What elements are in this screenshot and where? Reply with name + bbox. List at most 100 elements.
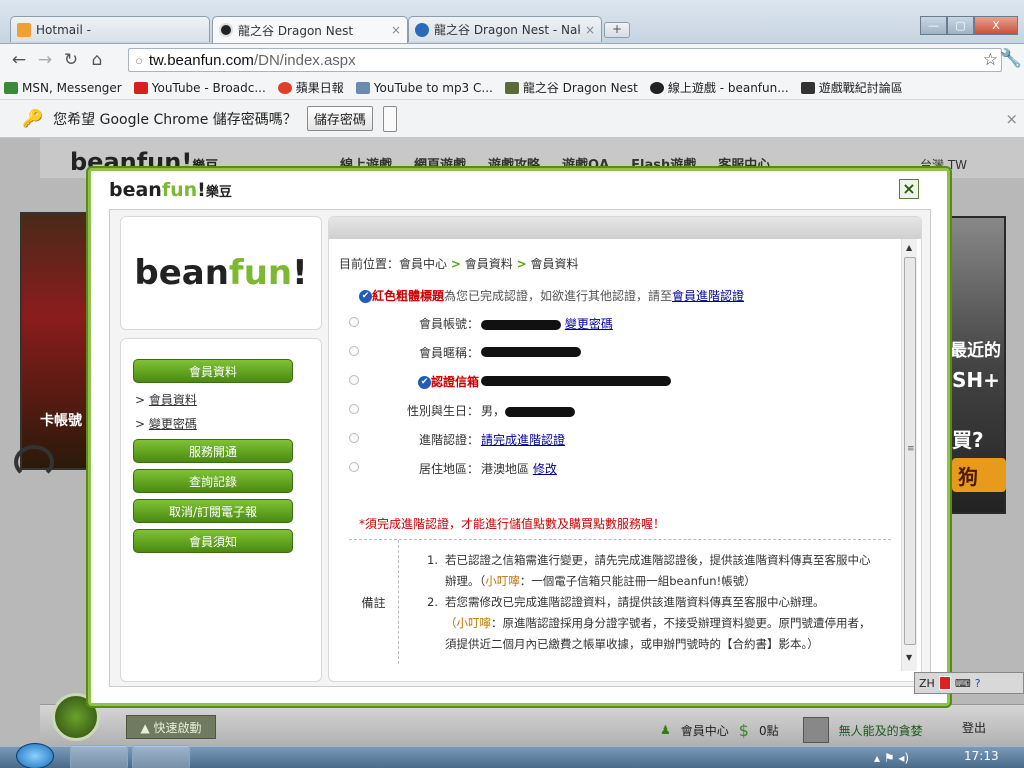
tab-dragon-nest[interactable]: 龍之谷 Dragon Nest ×: [212, 16, 408, 43]
chrome-taskbar-icon[interactable]: [70, 745, 128, 768]
verification-legend: ✔ 紅色粗體標題為您已完成認證，如欲進行其他認證，請至會員進階認證: [359, 287, 744, 304]
ime-icon[interactable]: [938, 676, 951, 690]
submenu-member-data[interactable]: > 會員資料: [135, 391, 197, 408]
mp3-icon: [355, 81, 370, 94]
scroll-up-icon[interactable]: ▲: [906, 243, 912, 252]
verified-check-icon: ✔: [417, 376, 431, 389]
tab-hotmail[interactable]: Hotmail -: [10, 16, 210, 42]
avatar[interactable]: [802, 717, 829, 743]
verified-check-icon: ✔: [359, 290, 372, 303]
tab-dragon-nest-nak[interactable]: 龍之谷 Dragon Nest - Nak ×: [408, 16, 602, 42]
logout-link[interactable]: 登出: [962, 719, 986, 736]
complete-verification-link[interactable]: 請完成進階認證: [481, 433, 565, 447]
note-item: 2. 若您需修改已完成進階認證資料，請提供該進階資料傳真至客服中心辦理。: [427, 595, 825, 609]
tab-title: Hotmail -: [36, 22, 91, 37]
menu-service-button[interactable]: 服務開通: [133, 439, 293, 463]
forward-icon[interactable]: →: [32, 50, 58, 70]
modal-close-button[interactable]: ×: [899, 179, 919, 199]
wrench-icon[interactable]: 🔧: [1000, 48, 1022, 69]
minimize-button[interactable]: —: [920, 16, 947, 35]
bookmark-forum[interactable]: 遊戲戰紀討論區: [800, 79, 903, 96]
quick-start-button[interactable]: ▲ 快速啟動: [126, 715, 216, 739]
edit-region-link[interactable]: 修改: [533, 462, 557, 476]
modal-body: bean fun! 會員資料 > 會員資料 > 變更密碼 服務開通 查詢記錄 取消…: [109, 209, 931, 687]
bookmark-dragon-nest[interactable]: 龍之谷 Dragon Nest: [504, 79, 638, 96]
points-icon: $: [738, 720, 749, 740]
infobar-close-icon[interactable]: ×: [1005, 110, 1018, 128]
menu-member-data-button[interactable]: 會員資料: [133, 359, 293, 383]
help-icon[interactable]: ?: [975, 677, 981, 690]
user-nickname[interactable]: 無人能及的貪婪: [839, 722, 923, 739]
bullet-icon: [349, 317, 359, 327]
ime-lang[interactable]: ZH: [919, 677, 935, 690]
beanfun-icon: [219, 23, 233, 37]
bookmark-youtube[interactable]: YouTube - Broadc...: [133, 81, 266, 95]
redacted-email: [481, 375, 671, 386]
save-password-infobar: 🔑 您希望 Google Chrome 儲存密碼嗎？ 儲存密碼 ×: [0, 100, 1024, 138]
ime-language-bar[interactable]: ZH ⌨ ?: [914, 672, 1024, 694]
menu-records-button[interactable]: 查詢記錄: [133, 469, 293, 493]
ie-taskbar-icon[interactable]: [132, 745, 190, 768]
beanfun-logo: bean fun!: [120, 216, 322, 330]
submenu-change-password[interactable]: > 變更密碼: [135, 415, 197, 432]
menu-newsletter-button[interactable]: 取消/訂閱電子報: [133, 499, 293, 523]
notes-header: 備註: [349, 540, 399, 664]
modal-logo: beanfun!樂豆: [109, 179, 232, 201]
url-host: tw.beanfun.com: [148, 51, 254, 69]
banner-arrow-icon[interactable]: [14, 445, 54, 479]
scroll-down-icon[interactable]: ▼: [906, 653, 912, 662]
change-password-link[interactable]: 變更密碼: [565, 317, 613, 331]
note-item: 1. 若已認證之信箱需進行變更，請先完成進階認證後，提供該進階資料傳真至客服中心: [427, 553, 871, 567]
breadcrumb-member-data[interactable]: 會員資料: [465, 257, 513, 271]
member-menu: 會員資料 > 會員資料 > 變更密碼 服務開通 查詢記錄 取消/訂閱電子報 會員…: [120, 338, 322, 682]
bookmark-apple-daily[interactable]: 蘋果日報: [277, 79, 344, 96]
bookmark-beanfun[interactable]: 線上遊戲 - beanfun...: [649, 79, 789, 96]
menu-notice-button[interactable]: 會員須知: [133, 529, 293, 553]
bullet-icon: [349, 404, 359, 414]
modal-sidebar: bean fun! 會員資料 > 會員資料 > 變更密碼 服務開通 查詢記錄 取消…: [120, 216, 330, 682]
advanced-verification-link[interactable]: 會員進階認證: [672, 289, 744, 303]
beanfun-icon: [649, 81, 664, 94]
footer-account-info: ♟ 會員中心 $ 0點 無人能及的貪婪: [660, 717, 923, 743]
never-save-button[interactable]: [382, 105, 397, 132]
member-data-modal: beanfun!樂豆 × bean fun! 會員資料 > 會員資料 > 變更密碼…: [88, 168, 950, 706]
keyboard-icon[interactable]: ⌨: [955, 677, 971, 690]
notes-list: 1. 若已認證之信箱需進行變更，請先完成進階認證後，提供該進階資料傳真至客服中心 …: [427, 550, 897, 655]
panel-header-bar: [329, 217, 921, 239]
bookmark-youtube-mp3[interactable]: YouTube to mp3 C...: [355, 81, 493, 95]
start-button-icon[interactable]: [16, 743, 54, 768]
reload-icon[interactable]: ↻: [58, 50, 84, 70]
bullet-icon: [349, 433, 359, 443]
bookmark-star-icon[interactable]: ☆: [983, 50, 998, 70]
taskbar-clock[interactable]: 17:13: [964, 749, 999, 763]
left-game-banner[interactable]: 卡帳號: [20, 212, 95, 470]
close-tab-icon[interactable]: ×: [391, 23, 401, 37]
maximize-button[interactable]: ▢: [947, 16, 974, 35]
save-password-button[interactable]: 儲存密碼: [306, 106, 373, 131]
bullet-icon: [349, 346, 359, 356]
page-icon: ○: [135, 52, 143, 68]
breadcrumb-member-center[interactable]: 會員中心: [399, 257, 447, 271]
dragon-icon: [504, 81, 519, 94]
member-center-link[interactable]: 會員中心: [681, 722, 729, 739]
close-tab-icon[interactable]: ×: [585, 23, 595, 37]
key-icon: 🔑: [22, 108, 44, 129]
back-icon[interactable]: ←: [6, 50, 32, 70]
scroll-thumb[interactable]: ≡: [904, 257, 916, 645]
bookmark-msn[interactable]: MSN, Messenger: [4, 81, 122, 95]
close-window-button[interactable]: X: [974, 16, 1018, 35]
breadcrumb: 目前位置：會員中心 > 會員資料 > 會員資料: [339, 257, 579, 271]
member-center-icon: ♟: [660, 723, 671, 737]
address-bar[interactable]: ○ tw.beanfun.com/DN/index.aspx: [128, 48, 1002, 72]
redacted-birthday: [505, 406, 576, 417]
tray-icons[interactable]: ▴ ⚑ ◂): [874, 751, 909, 765]
points-value: 0點: [758, 723, 779, 738]
panel-scrollbar[interactable]: ▲ ≡ ▼: [901, 239, 917, 671]
new-tab-button[interactable]: +: [604, 22, 630, 38]
bookmarks-bar: MSN, Messenger YouTube - Broadc... 蘋果日報 …: [0, 76, 1024, 100]
member-data-panel: ▲ ≡ ▼ 目前位置：會員中心 > 會員資料 > 會員資料 ✔ 紅色粗體標題為您已…: [328, 216, 922, 682]
home-icon[interactable]: ⌂: [84, 50, 110, 70]
notes-section: 備註 1. 若已認證之信箱需進行變更，請先完成進階認證後，提供該進階資料傳真至客服…: [349, 539, 891, 667]
youtube-icon: [133, 81, 148, 94]
browser-toolbar: ← → ↻ ⌂ ○ tw.beanfun.com/DN/index.aspx ☆…: [0, 44, 1024, 76]
